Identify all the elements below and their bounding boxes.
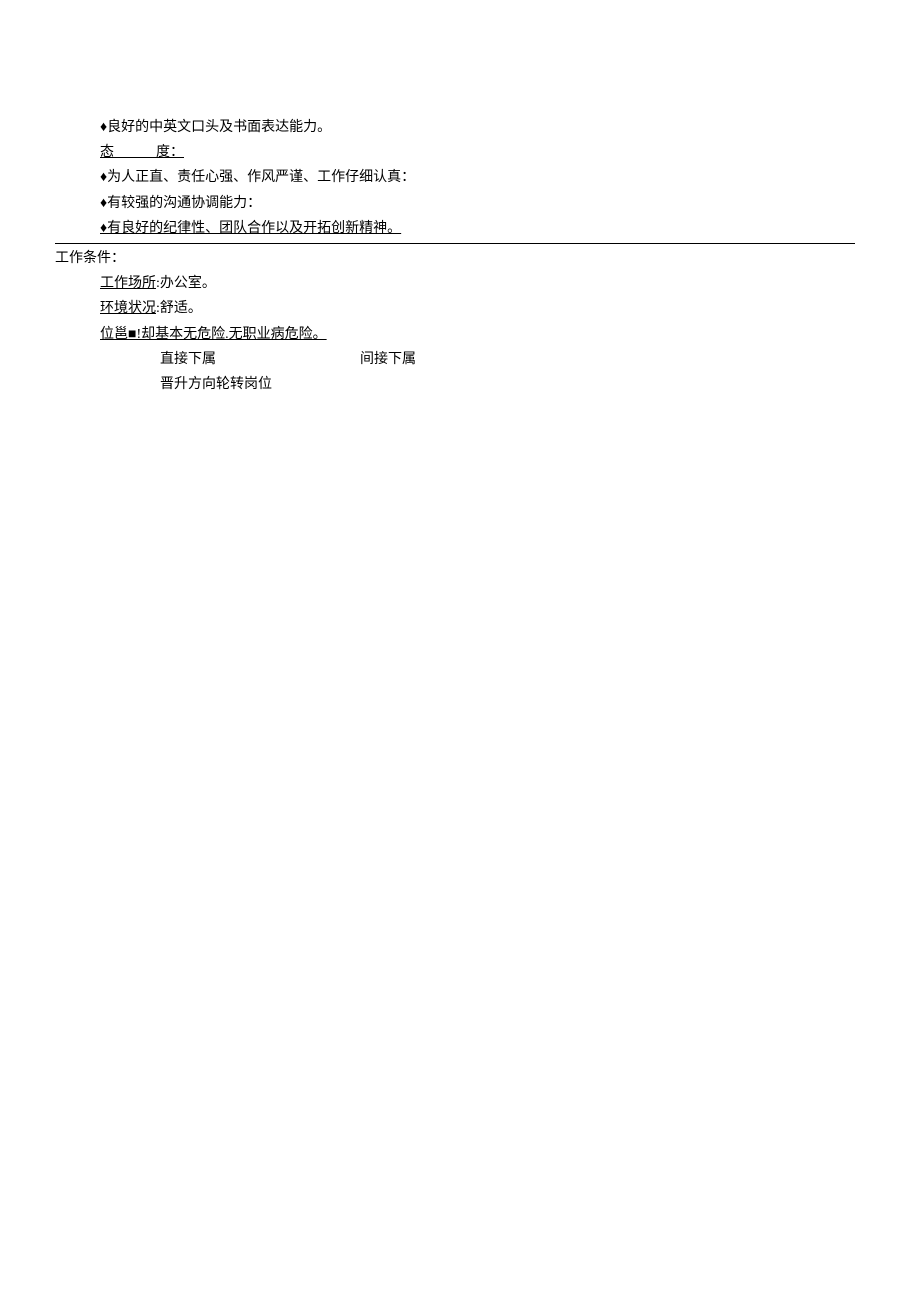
direct-subordinate: 直接下属: [160, 347, 360, 372]
danger-text: 位邕■!却基本无危险.无职业病危险。: [100, 327, 327, 342]
promotion-text: 晋升方向轮转岗位: [160, 377, 272, 392]
attitude-label-line: 态 度：: [0, 140, 920, 165]
indirect-subordinate: 间接下属: [360, 347, 416, 372]
attitude-item-text: ♦有较强的沟通协调能力：: [100, 196, 261, 211]
work-conditions-text: 工作条件：: [55, 251, 125, 266]
env-label: 环境状况: [100, 301, 156, 316]
work-place-label: 工作场所: [100, 276, 156, 291]
work-place-line: 工作场所:办公室。: [0, 271, 920, 296]
work-conditions-label: 工作条件：: [0, 246, 920, 271]
attitude-item: ♦有良好的纪律性、团队合作以及开拓创新精神。: [0, 216, 920, 241]
promotion-row: 晋升方向轮转岗位: [0, 372, 920, 397]
env-value: :舒适。: [156, 301, 202, 316]
subordinate-row: 直接下属 间接下属: [0, 347, 920, 372]
attitude-item: ♦有较强的沟通协调能力：: [0, 191, 920, 216]
attitude-item-text: ♦有良好的纪律性、团队合作以及开拓创新精神。: [100, 221, 401, 236]
env-line: 环境状况:舒适。: [0, 296, 920, 321]
danger-line: 位邕■!却基本无危险.无职业病危险。: [0, 322, 920, 347]
attitude-item-text: ♦为人正直、责任心强、作风严谨、工作仔细认真：: [100, 170, 415, 185]
divider: [55, 243, 855, 244]
bullet-text: ♦良好的中英文口头及书面表达能力。: [100, 120, 331, 135]
attitude-item: ♦为人正直、责任心强、作风严谨、工作仔细认真：: [0, 165, 920, 190]
bullet-line: ♦良好的中英文口头及书面表达能力。: [0, 115, 920, 140]
attitude-label: 态 度：: [100, 145, 184, 160]
work-place-value: :办公室。: [156, 276, 216, 291]
